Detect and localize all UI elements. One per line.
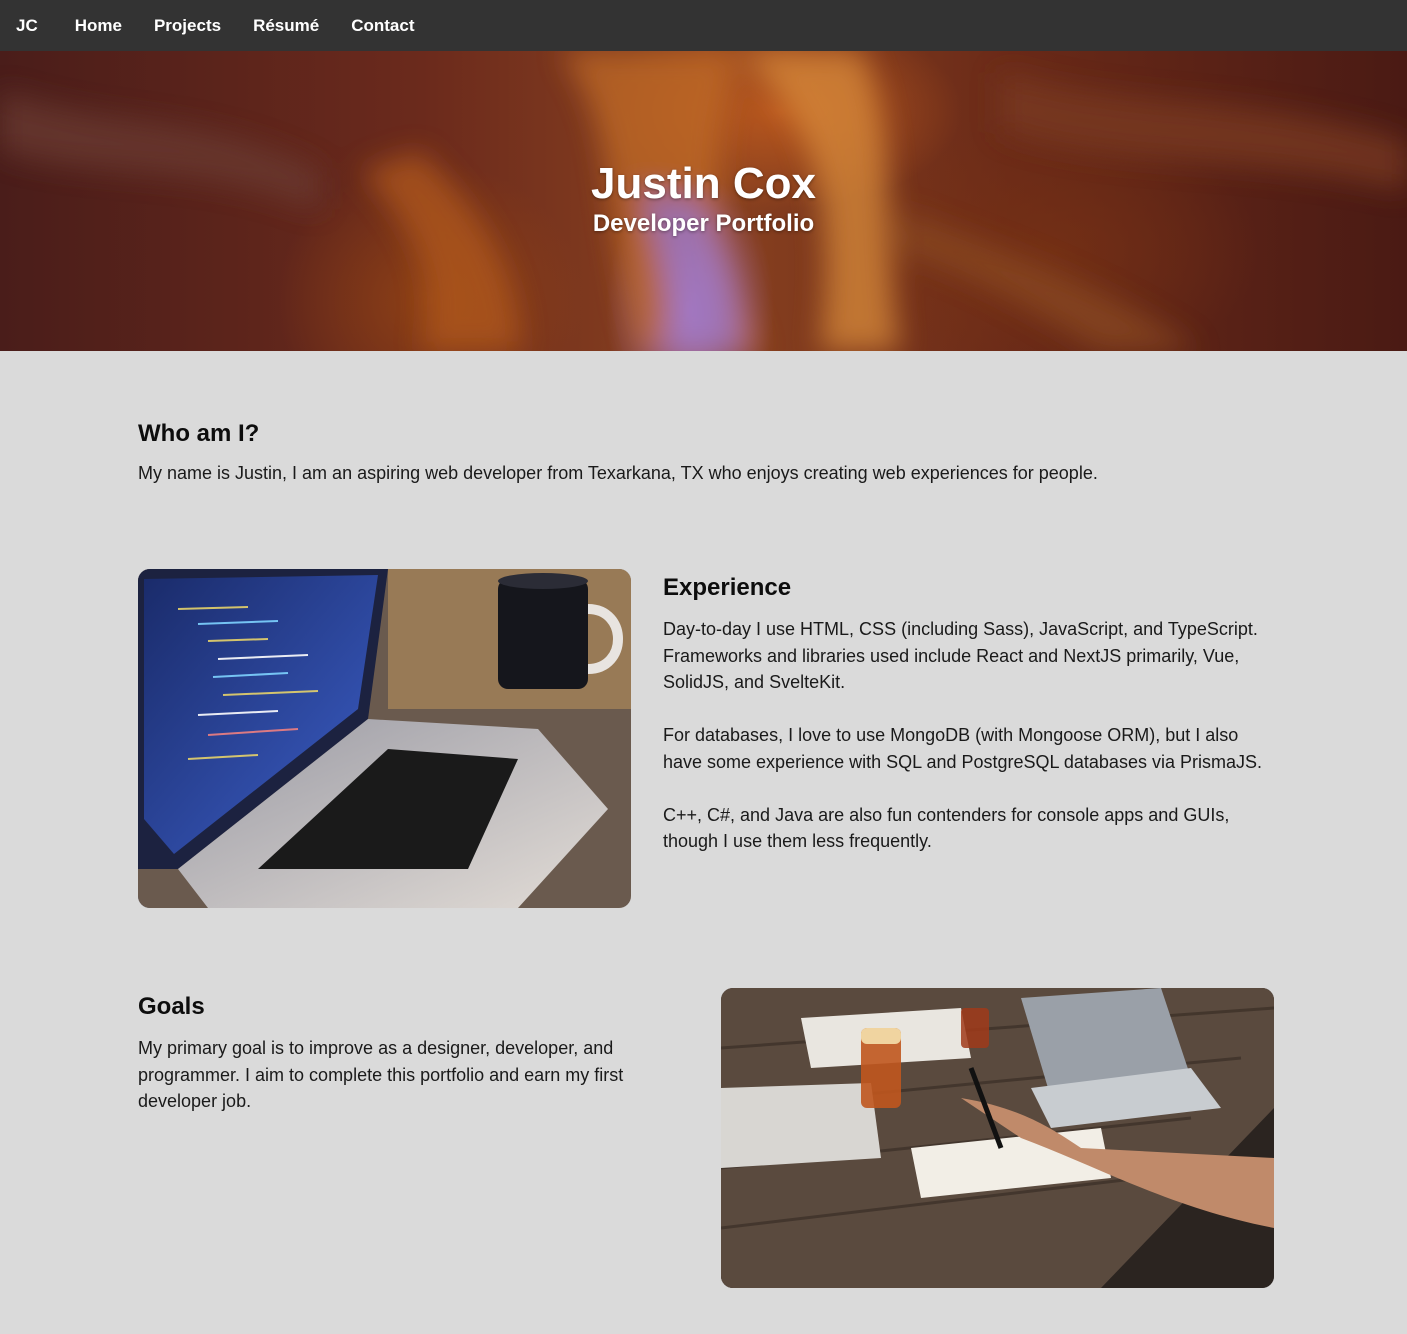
experience-paragraph: For databases, I love to use MongoDB (wi… <box>663 725 1262 772</box>
nav-link-contact[interactable]: Contact <box>351 16 414 36</box>
laptop-illustration <box>138 569 631 908</box>
brand-link[interactable]: JC <box>16 16 38 36</box>
nav-link-projects[interactable]: Projects <box>154 16 221 36</box>
about-section: Who am I? My name is Justin, I am an asp… <box>138 420 1278 487</box>
goals-text: My primary goal is to improve as a desig… <box>138 1038 624 1111</box>
experience-section: Experience Day-to-day I use HTML, CSS (i… <box>663 574 1275 881</box>
experience-heading: Experience <box>663 574 792 601</box>
hero-banner: Justin Cox Developer Portfolio <box>0 51 1407 351</box>
top-navbar: JC Home Projects Résumé Contact <box>0 0 1407 51</box>
nav-link-home[interactable]: Home <box>75 16 122 36</box>
experience-paragraph: Day-to-day I use HTML, CSS (including Sa… <box>663 619 1258 692</box>
team-desk-image <box>721 988 1274 1288</box>
hero-subtitle: Developer Portfolio <box>592 210 815 237</box>
about-heading: Who am I? <box>138 420 260 447</box>
hero-title: Justin Cox <box>591 159 816 208</box>
experience-paragraph: C++, C#, and Java are also fun contender… <box>663 804 1230 852</box>
laptop-code-image <box>138 569 631 908</box>
hero-text-group: Justin Cox Developer Portfolio <box>0 159 1407 239</box>
nav-link-resume[interactable]: Résumé <box>253 16 319 36</box>
goals-heading: Goals <box>138 993 205 1020</box>
desk-illustration <box>721 988 1274 1288</box>
goals-section: Goals My primary goal is to improve as a… <box>138 993 668 1115</box>
about-text: My name is Justin, I am an aspiring web … <box>138 463 1098 483</box>
